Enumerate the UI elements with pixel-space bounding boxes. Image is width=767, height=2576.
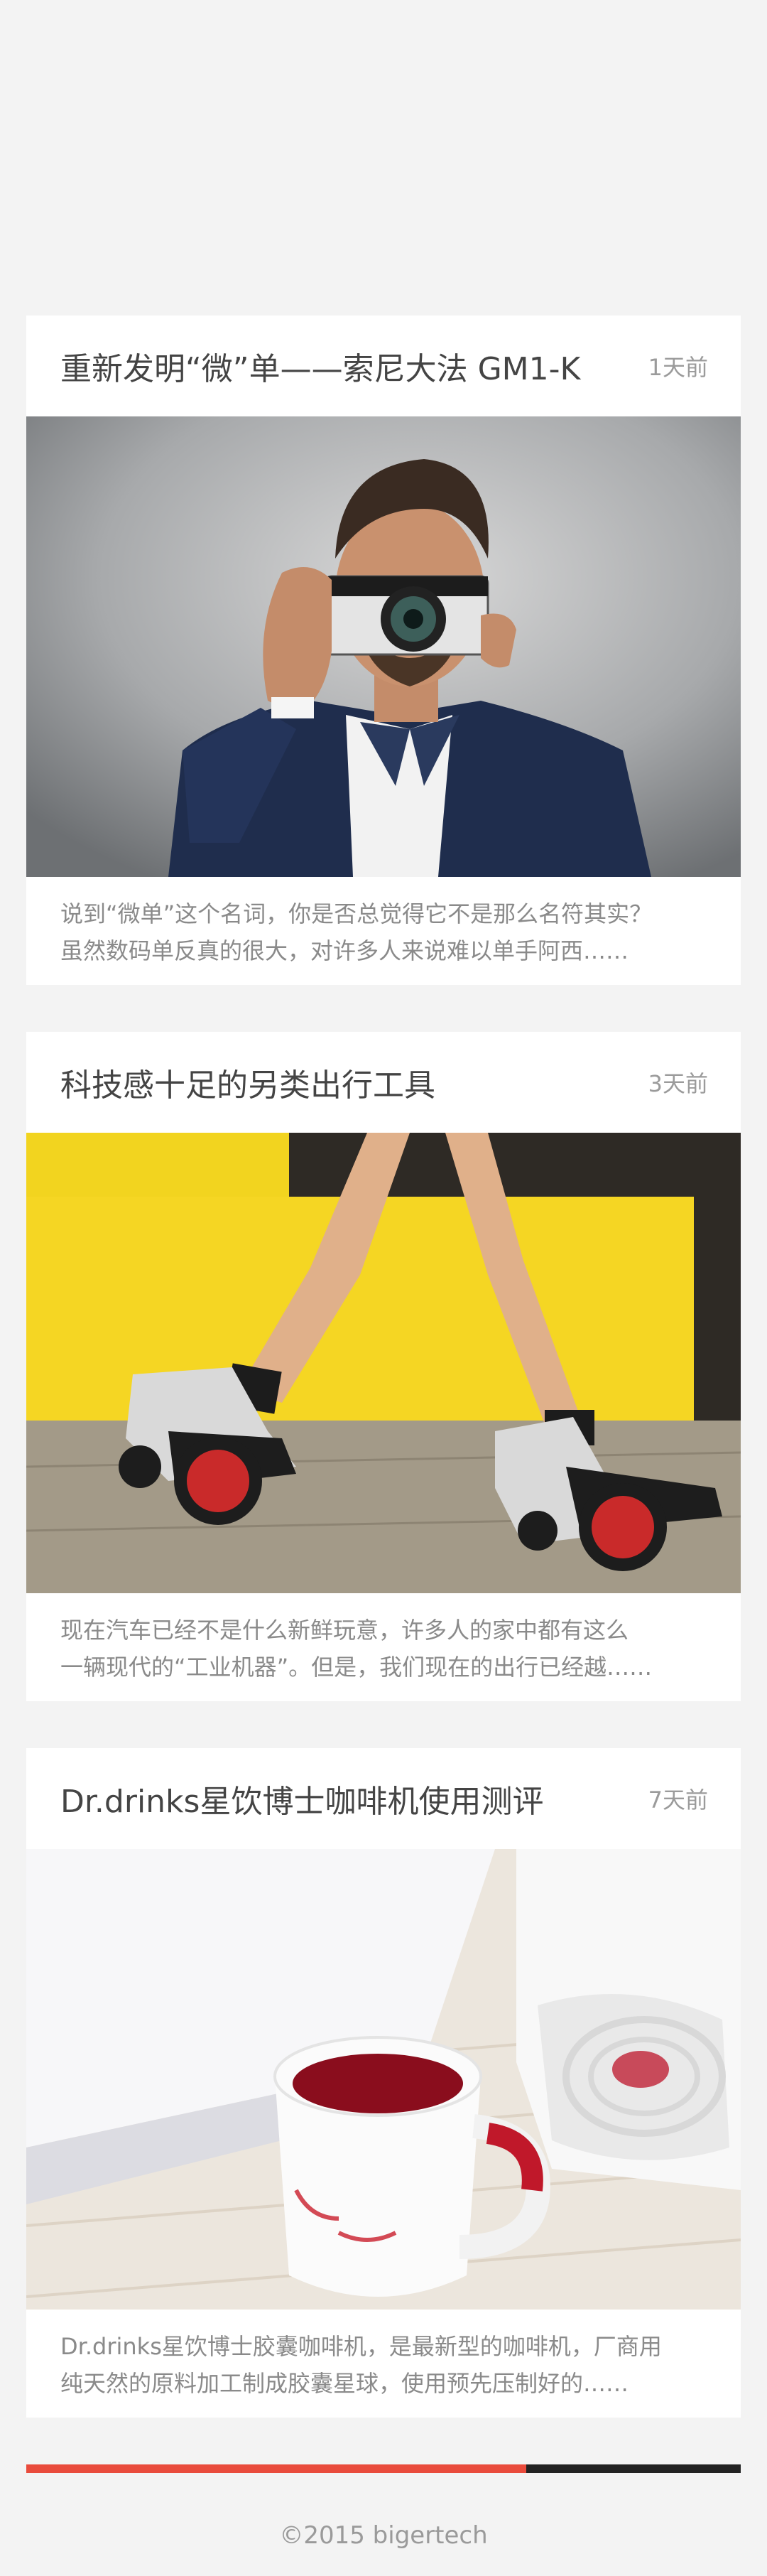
summary-line: 虽然数码单反真的很大，对许多人来说难以单手阿西…… [60, 937, 629, 964]
article-time: 3天前 [648, 1070, 708, 1097]
article-title[interactable]: 科技感十足的另类出行工具 [60, 1060, 435, 1105]
summary-line: Dr.drinks星饮博士胶囊咖啡机，是最新型的咖啡机，厂商用 [60, 2333, 662, 2360]
article-image[interactable] [26, 416, 741, 877]
article-image[interactable] [26, 1849, 741, 2310]
article-header: 科技感十足的另类出行工具 3天前 [26, 1032, 741, 1133]
article-time: 1天前 [648, 354, 708, 381]
article-image[interactable] [26, 1133, 741, 1593]
summary-line: 现在汽车已经不是什么新鲜玩意，许多人的家中都有这么 [60, 1617, 629, 1644]
progress-bar [26, 2464, 741, 2473]
summary-line: 一辆现代的“工业机器”。但是，我们现在的出行已经越…… [60, 1654, 653, 1681]
article-card[interactable]: 重新发明“微”单——索尼大法 GM1-K 1天前 说到“微单”这个名词，你是否总… [26, 316, 741, 985]
article-card[interactable]: 科技感十足的另类出行工具 3天前 现在汽车已经不是什么新鲜玩意，许多人的家中都有… [26, 1032, 741, 1701]
article-summary: Dr.drinks星饮博士胶囊咖啡机，是最新型的咖啡机，厂商用 纯天然的原料加工… [26, 2310, 741, 2418]
article-title[interactable]: 重新发明“微”单——索尼大法 GM1-K [60, 343, 580, 389]
summary-line: 纯天然的原料加工制成胶囊星球，使用预先压制好的…… [60, 2370, 629, 2397]
article-time: 7天前 [648, 1787, 708, 1814]
article-header: 重新发明“微”单——索尼大法 GM1-K 1天前 [26, 316, 741, 416]
article-title[interactable]: Dr.drinks星饮博士咖啡机使用测评 [60, 1776, 543, 1821]
article-summary: 现在汽车已经不是什么新鲜玩意，许多人的家中都有这么 一辆现代的“工业机器”。但是… [26, 1593, 741, 1701]
article-summary: 说到“微单”这个名词，你是否总觉得它不是那么名符其实？ 虽然数码单反真的很大，对… [26, 877, 741, 985]
article-card[interactable]: Dr.drinks星饮博士咖啡机使用测评 7天前 Dr.drinks星饮博士胶囊… [26, 1748, 741, 2418]
progress-fill [26, 2464, 527, 2473]
summary-line: 说到“微单”这个名词，你是否总觉得它不是那么名符其实？ [60, 900, 653, 927]
article-header: Dr.drinks星饮博士咖啡机使用测评 7天前 [26, 1748, 741, 1849]
footer-copyright: ©2015 bigertech [279, 2521, 488, 2550]
